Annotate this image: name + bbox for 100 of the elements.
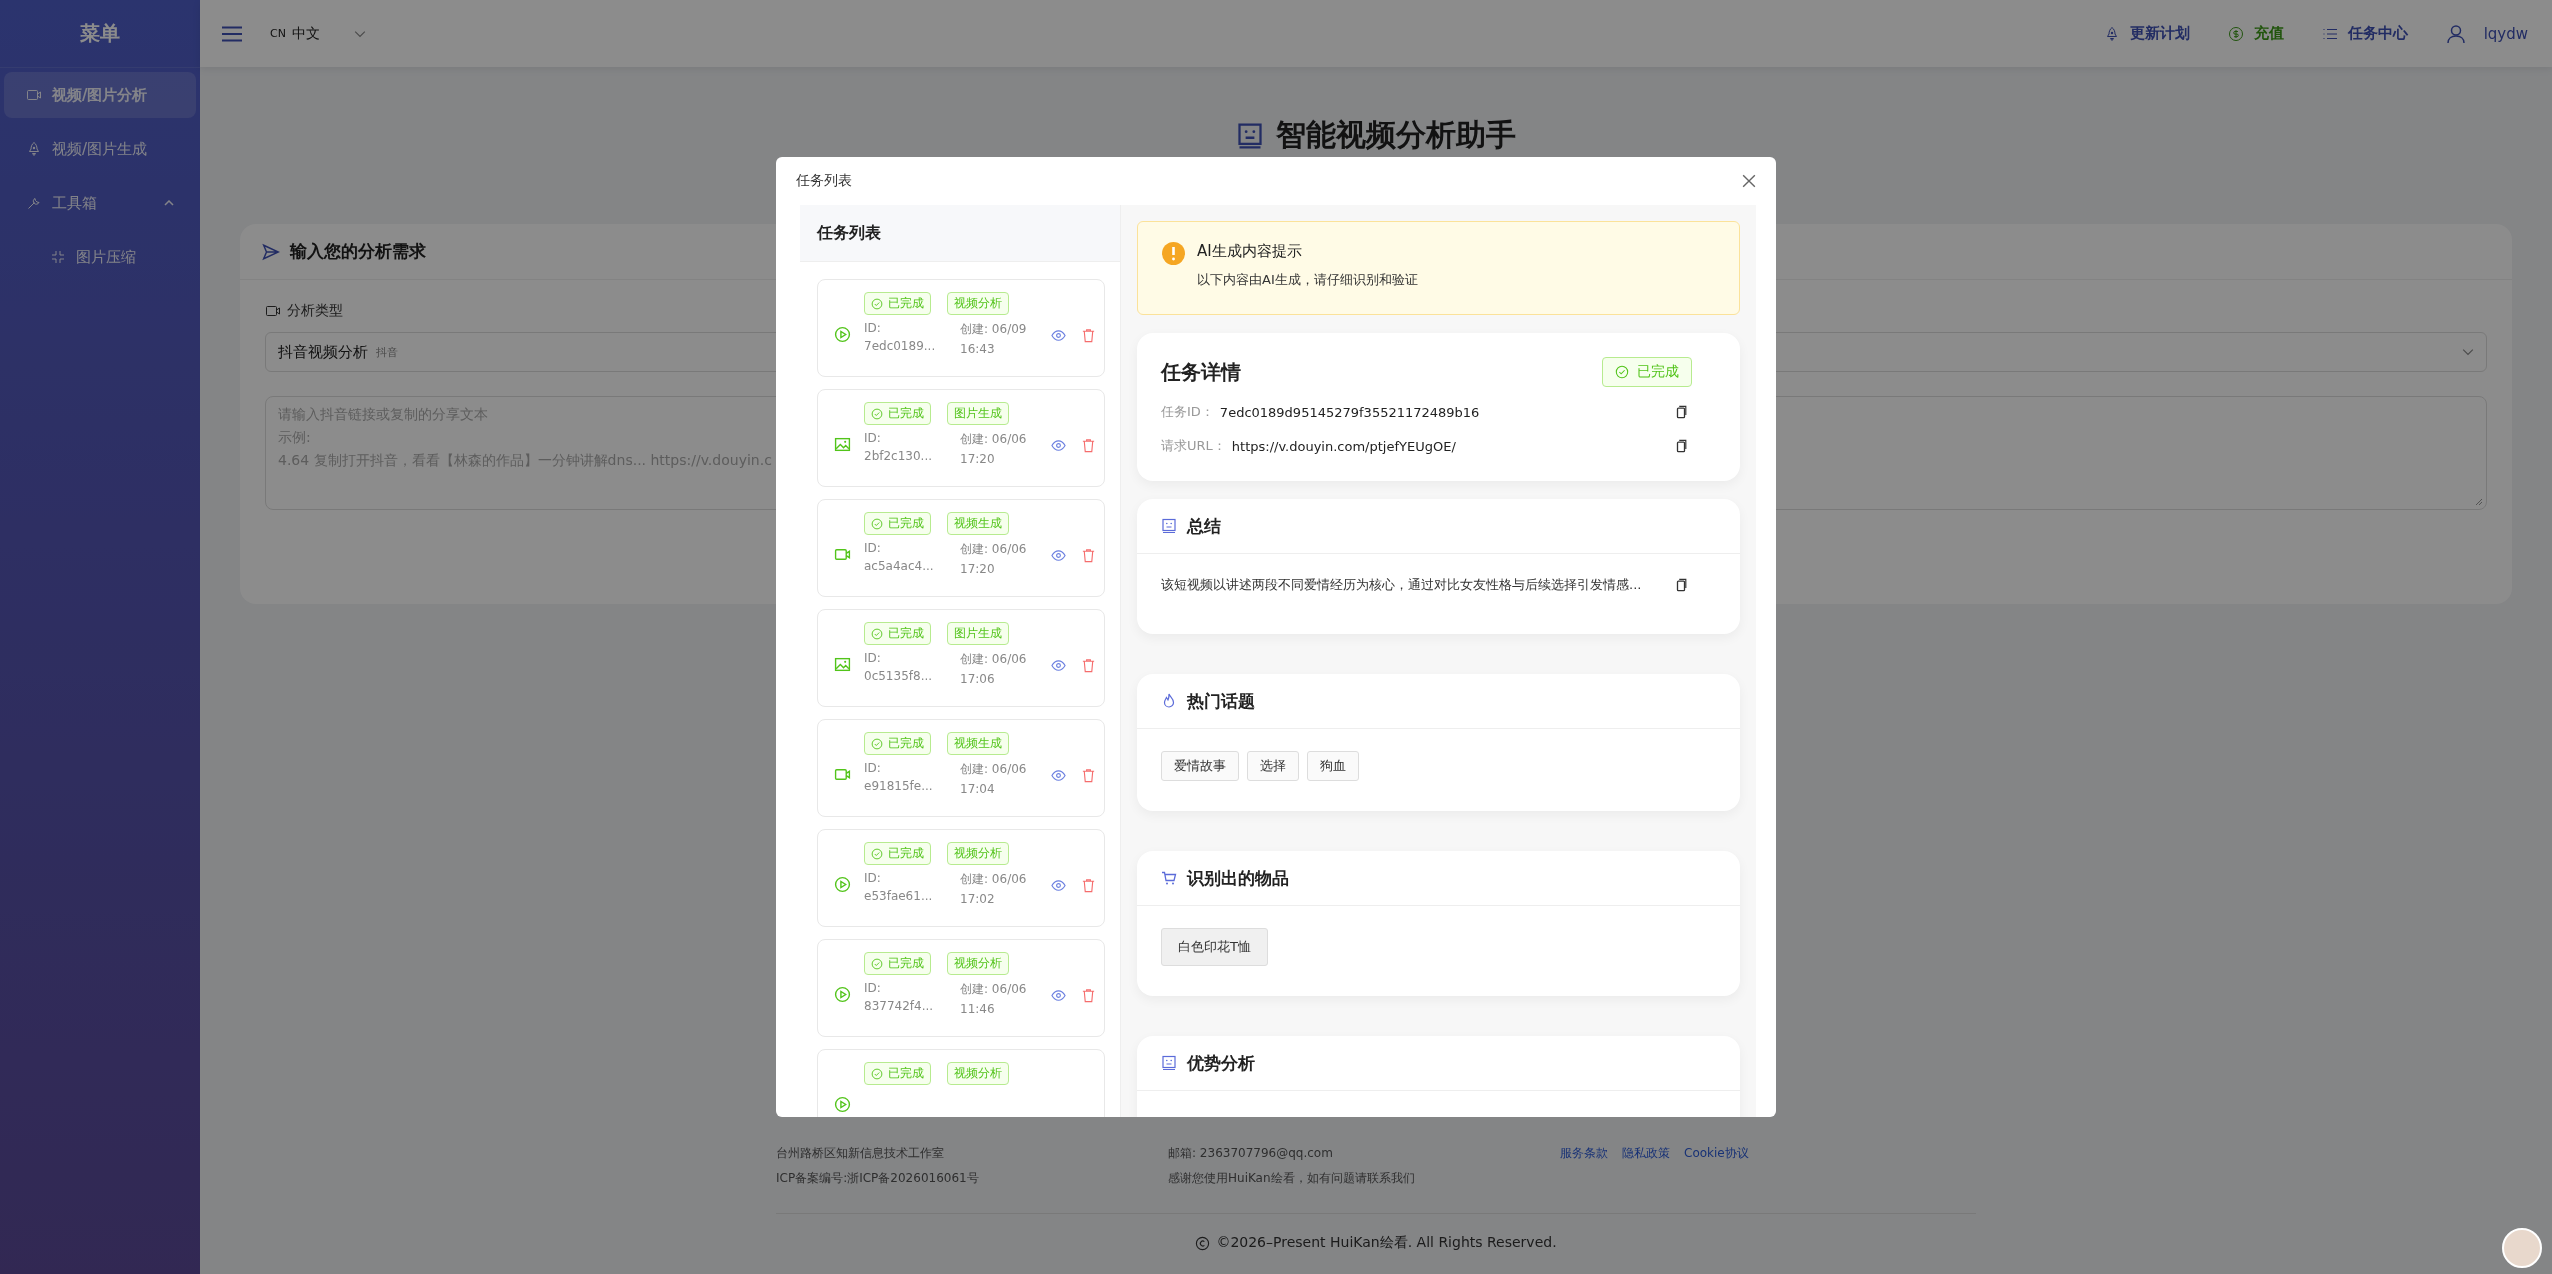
created-date: 创建: 06/06 [960, 541, 1028, 558]
eye-icon[interactable] [1051, 658, 1066, 673]
created-time: 17:06 [960, 672, 996, 686]
trash-icon[interactable] [1081, 988, 1096, 1003]
status-tag: 已完成 [864, 292, 931, 315]
sidebar-item[interactable]: 工具箱 [4, 180, 196, 226]
trash-icon[interactable] [1081, 438, 1096, 453]
status-tag: 已完成 [864, 512, 931, 535]
task-card[interactable]: 已完成 视频分析 [817, 1049, 1105, 1117]
check-circle-icon [871, 737, 883, 750]
item-tag: 白色印花T恤 [1161, 928, 1268, 966]
section-title: 总结 [1187, 514, 1221, 538]
status-tag: 已完成 [1602, 357, 1692, 387]
footer-link[interactable]: 服务条款 [1560, 1145, 1608, 1162]
status-tag: 已完成 [864, 1062, 931, 1085]
eye-icon[interactable] [1051, 328, 1066, 343]
footer-link[interactable]: Cookie协议 [1684, 1145, 1749, 1162]
trash-icon[interactable] [1081, 658, 1096, 673]
play-circle-icon [834, 876, 851, 893]
task-id: ac5a4ac4... [864, 559, 935, 573]
task-card[interactable]: 已完成 视频分析 ID: 7edc0189... 创建: 06/09 16:43 [817, 279, 1105, 377]
type-tag: 视频分析 [947, 842, 1009, 865]
dialog-title: 任务列表 [796, 172, 852, 190]
sidebar-item[interactable]: 视频/图片生成 [4, 126, 196, 172]
check-circle-icon [1615, 365, 1629, 379]
menu-icon[interactable] [222, 25, 242, 42]
top-nav-link[interactable]: 充值 [2227, 24, 2284, 43]
play-circle-icon [834, 326, 851, 343]
eye-icon[interactable] [1051, 988, 1066, 1003]
check-circle-icon [871, 297, 883, 310]
sidebar-item[interactable]: 图片压缩 [4, 234, 196, 280]
copy-icon[interactable] [1674, 578, 1688, 592]
eye-icon[interactable] [1051, 438, 1066, 453]
section-title: 识别出的物品 [1187, 866, 1289, 890]
eye-icon[interactable] [1051, 768, 1066, 783]
task-id: 837742f4... [864, 999, 935, 1013]
status-tag: 已完成 [864, 952, 931, 975]
copy-icon[interactable] [1674, 439, 1688, 453]
summary-text: 该短视频以讲述两段不同爱情经历为核心，通过对比女友性格与后续选择引发情感... [1161, 576, 1642, 594]
trash-icon[interactable] [1081, 328, 1096, 343]
trash-icon[interactable] [1081, 548, 1096, 563]
footer-link[interactable]: 隐私政策 [1622, 1145, 1670, 1162]
avatar[interactable] [2502, 1228, 2542, 1268]
created-date: 创建: 06/06 [960, 981, 1028, 998]
image-icon [834, 656, 851, 673]
footer-text: 感谢您使用HuiKan绘看，如有问题请联系我们 [1168, 1170, 1416, 1187]
task-id-label: ID: [864, 431, 882, 445]
top-nav-link[interactable]: 任务中心 [2321, 24, 2408, 43]
image-icon [834, 436, 851, 453]
notice-title: AI生成内容提示 [1197, 242, 1303, 261]
check-circle-icon [871, 627, 883, 640]
status-tag: 已完成 [864, 622, 931, 645]
task-card[interactable]: 已完成 图片生成 ID: 2bf2c130... 创建: 06/06 17:20 [817, 389, 1105, 487]
created-date: 创建: 06/06 [960, 431, 1028, 448]
username[interactable]: lqydw [2483, 24, 2528, 43]
trash-icon[interactable] [1081, 768, 1096, 783]
type-tag: 视频分析 [947, 292, 1009, 315]
footer-text: ICP备案编号:浙ICP备2026016061号 [776, 1170, 980, 1187]
dollar-coin-icon [2227, 25, 2244, 42]
created-time: 17:02 [960, 892, 996, 906]
eye-icon[interactable] [1051, 548, 1066, 563]
task-id-label: ID: [864, 321, 882, 335]
rocket-icon [26, 141, 42, 157]
copyright-icon [1195, 1235, 1211, 1251]
chevron-down-icon [2462, 348, 2474, 356]
copy-icon[interactable] [1674, 405, 1688, 419]
language-select[interactable]: CN 中文 [270, 24, 366, 43]
eye-icon[interactable] [1051, 878, 1066, 893]
type-tag: 视频生成 [947, 732, 1009, 755]
top-nav-link[interactable]: 更新计划 [2103, 24, 2190, 43]
resize-handle-icon[interactable] [2475, 498, 2483, 506]
detail-title: 任务详情 [1161, 358, 1241, 386]
task-id: 7edc0189... [864, 339, 937, 353]
chevron-icon [164, 200, 174, 206]
user-icon[interactable] [2445, 23, 2466, 44]
check-circle-icon [871, 517, 883, 530]
page-title: 智能视频分析助手 [1276, 116, 1516, 154]
play-circle-icon [834, 1096, 851, 1113]
task-card[interactable]: 已完成 视频生成 ID: e91815fe... 创建: 06/06 17:04 [817, 719, 1105, 817]
topic-tag: 狗血 [1307, 751, 1359, 781]
status-tag: 已完成 [864, 402, 931, 425]
close-icon[interactable] [1742, 174, 1756, 188]
play-circle-icon [834, 986, 851, 1003]
list-title: 任务列表 [800, 205, 1120, 262]
task-card[interactable]: 已完成 视频生成 ID: ac5a4ac4... 创建: 06/06 17:20 [817, 499, 1105, 597]
trash-icon[interactable] [1081, 878, 1096, 893]
check-circle-icon [871, 1067, 883, 1080]
created-time: 17:20 [960, 452, 996, 466]
type-tag: 图片生成 [947, 402, 1009, 425]
created-date: 创建: 06/06 [960, 651, 1028, 668]
check-circle-icon [871, 847, 883, 860]
task-card[interactable]: 已完成 视频分析 ID: 837742f4... 创建: 06/06 11:46 [817, 939, 1105, 1037]
form-title: 输入您的分析需求 [290, 240, 426, 263]
check-circle-icon [871, 957, 883, 970]
task-card[interactable]: 已完成 视频分析 ID: e53fae61... 创建: 06/06 17:02 [817, 829, 1105, 927]
task-card[interactable]: 已完成 图片生成 ID: 0c5135f8... 创建: 06/06 17:06 [817, 609, 1105, 707]
task-id-label: ID: [864, 651, 882, 665]
notice-text: 以下内容由AI生成，请仔细识别和验证 [1197, 271, 1418, 289]
status-tag: 已完成 [864, 732, 931, 755]
status-tag: 已完成 [864, 842, 931, 865]
